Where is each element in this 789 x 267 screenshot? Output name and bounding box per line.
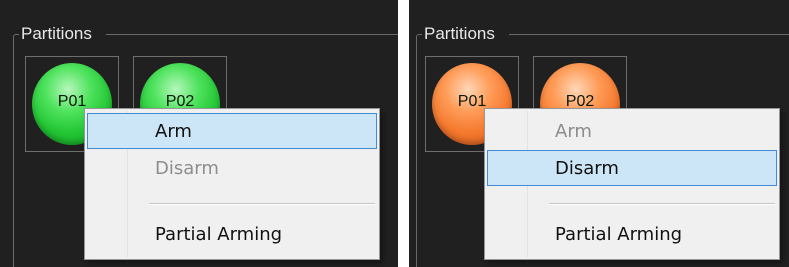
menu-item-label: Disarm (555, 158, 619, 179)
menu-item-arm[interactable]: Arm (87, 113, 377, 149)
partition-context-menu: Arm Disarm Partial Arming (84, 108, 380, 260)
menu-item-label: Partial Arming (155, 224, 283, 245)
menu-item-label: Arm (555, 121, 592, 142)
partitions-panel-disarm-state: Partitions P01 P02 Arm Disarm Partial Ar… (409, 0, 789, 267)
menu-separator (549, 203, 775, 205)
menu-item-disarm[interactable]: Disarm (487, 150, 777, 186)
partitions-panel-armed-state: Partitions P01 P02 Arm Disarm Partial Ar… (0, 0, 398, 267)
partitions-group-label: Partitions (422, 24, 509, 44)
menu-item-arm: Arm (487, 113, 777, 149)
menu-item-label: Disarm (155, 158, 219, 179)
menu-separator (149, 203, 375, 205)
menu-item-label: Partial Arming (555, 224, 683, 245)
menu-item-partial-arming[interactable]: Partial Arming (87, 216, 377, 252)
partitions-group-label: Partitions (19, 24, 106, 44)
partition-context-menu: Arm Disarm Partial Arming (484, 108, 780, 260)
menu-item-partial-arming[interactable]: Partial Arming (487, 216, 777, 252)
menu-item-label: Arm (155, 121, 192, 142)
menu-item-disarm: Disarm (87, 150, 377, 186)
